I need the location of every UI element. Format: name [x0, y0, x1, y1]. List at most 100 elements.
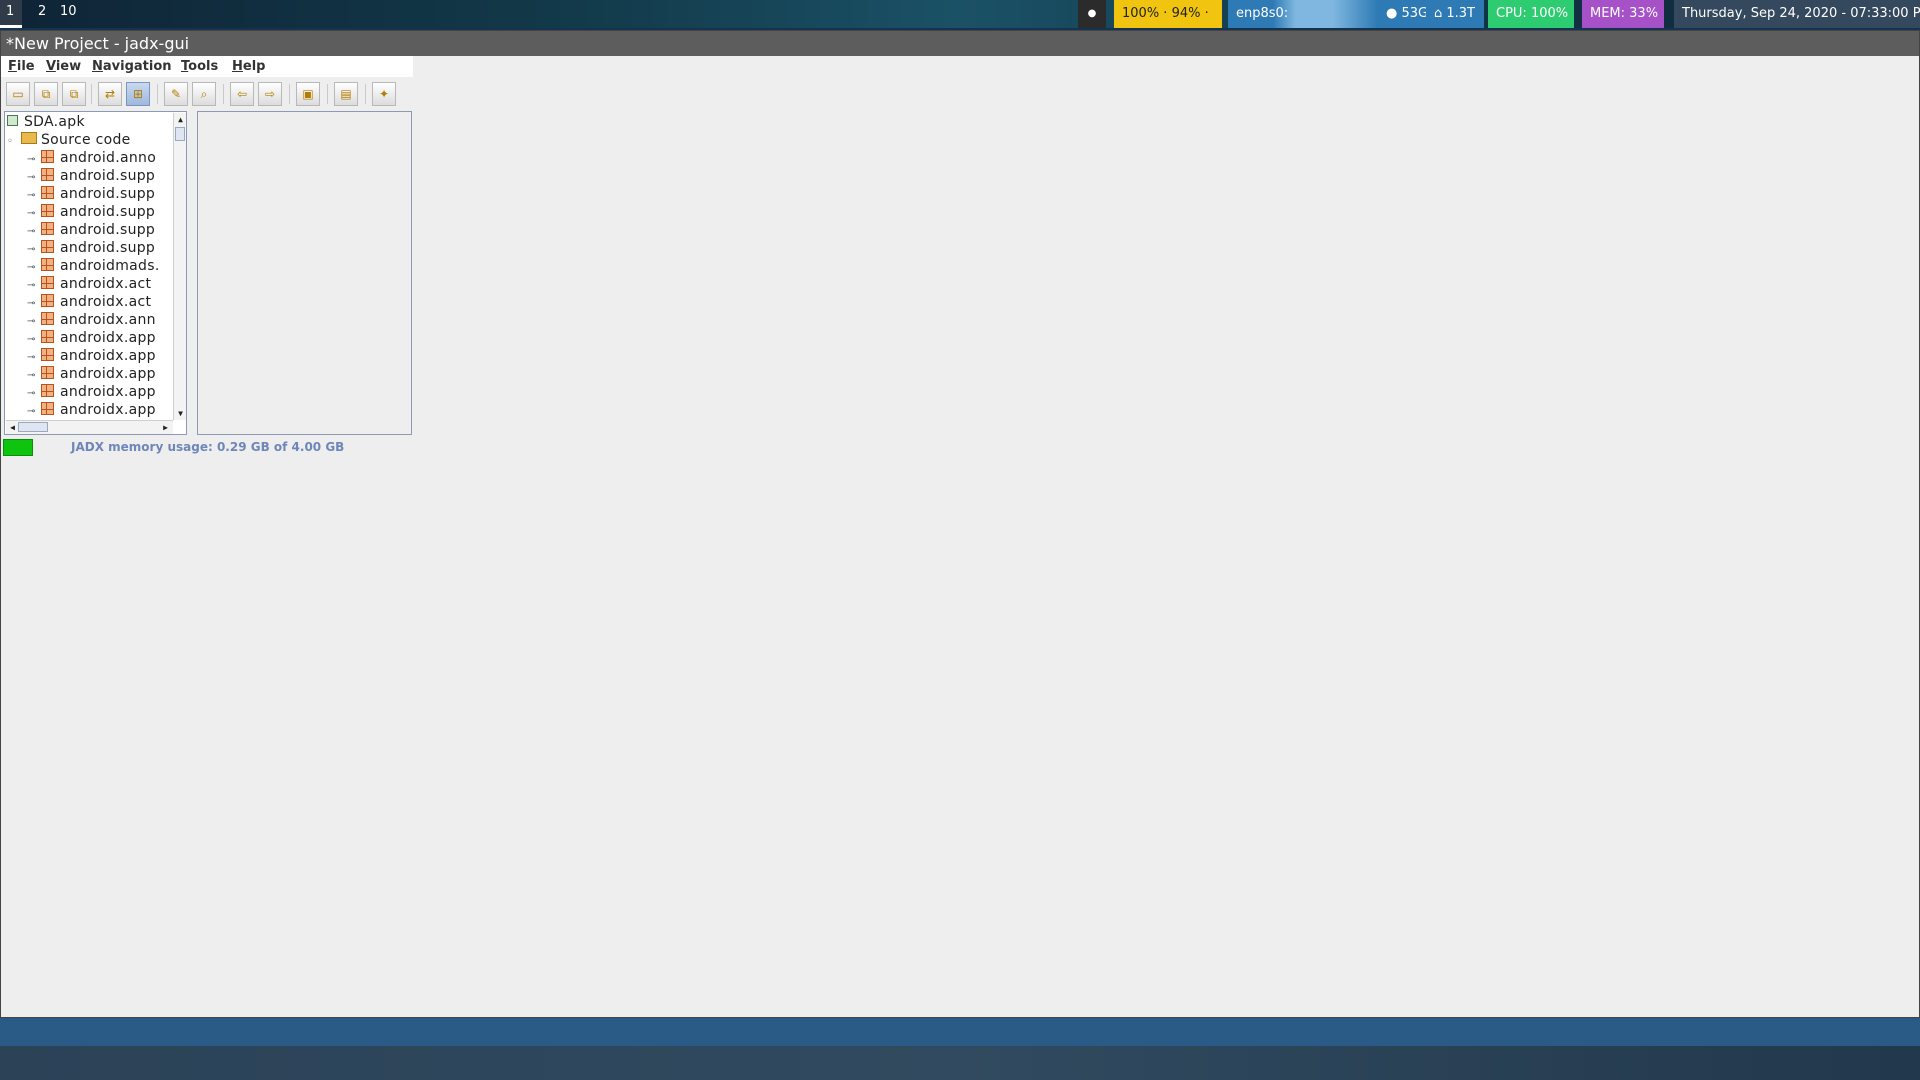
- desktop-wallpaper: [0, 1046, 1920, 1080]
- toolbar-separator: [157, 84, 158, 104]
- back-icon[interactable]: ⇦: [230, 82, 254, 106]
- scroll-right-icon[interactable]: ▶: [159, 421, 172, 434]
- package-icon: [41, 186, 54, 199]
- split-divider[interactable]: [189, 111, 197, 435]
- menu-navigation-label: avigation: [102, 59, 172, 74]
- package-name: androidx.app: [60, 348, 156, 364]
- scroll-thumb[interactable]: [18, 422, 48, 432]
- folder-icon: [21, 132, 37, 144]
- preferences-icon[interactable]: ✦: [372, 82, 396, 106]
- package-name: android.anno: [60, 150, 157, 166]
- package-icon: [41, 294, 54, 307]
- package-icon: [41, 258, 54, 271]
- volume-indicator[interactable]: 100% · 94% ·: [1114, 0, 1222, 28]
- package-icon: [41, 402, 54, 415]
- log-viewer-icon[interactable]: ▤: [334, 82, 358, 106]
- menu-view[interactable]: View: [46, 59, 81, 74]
- menu-help[interactable]: Help: [232, 59, 265, 74]
- expand-toggle-icon[interactable]: ◦: [7, 133, 17, 151]
- package-name: androidx.app: [60, 384, 156, 400]
- package-name: android.supp: [60, 240, 156, 256]
- search-text-icon[interactable]: ✎: [164, 82, 188, 106]
- package-icon: [41, 240, 54, 253]
- workspace-1-button[interactable]: 1: [0, 0, 22, 28]
- memory-indicator: MEM: 33%: [1582, 0, 1664, 28]
- menu-tools-label: ools: [188, 59, 219, 74]
- toolbar-separator: [365, 84, 366, 104]
- workspace-10-button[interactable]: 10: [54, 0, 88, 28]
- package-icon: [41, 330, 54, 343]
- toolbar-separator: [289, 84, 290, 104]
- datetime-display[interactable]: Thursday, Sep 24, 2020 - 07:33:00 PM: [1674, 0, 1920, 28]
- scroll-down-icon[interactable]: ▼: [174, 407, 186, 420]
- package-node[interactable]: ⊸ android.supp: [27, 185, 155, 203]
- bottom-panel: [0, 1018, 1920, 1046]
- expand-toggle-icon[interactable]: ⊸: [27, 403, 37, 421]
- open-folder-icon[interactable]: ▭: [6, 82, 30, 106]
- package-node[interactable]: ⊸ androidmads.: [27, 257, 160, 275]
- memory-usage-indicator: [3, 439, 33, 456]
- package-node[interactable]: ⊸ android.supp: [27, 203, 155, 221]
- jadx-window: *New Project - jadx-gui File View Naviga…: [0, 30, 1920, 1018]
- package-node[interactable]: ⊸ android.supp: [27, 167, 155, 185]
- package-name: android.supp: [60, 168, 156, 184]
- package-node[interactable]: ⊸ androidx.act: [27, 275, 151, 293]
- package-node[interactable]: ⊸ android.anno: [27, 149, 156, 167]
- package-name: androidx.act: [60, 294, 152, 310]
- package-node[interactable]: ⊸ androidx.app: [27, 365, 156, 383]
- deobfuscation-icon[interactable]: ▣: [296, 82, 320, 106]
- package-name: androidx.app: [60, 366, 156, 382]
- menu-file-label: ile: [16, 59, 35, 74]
- package-name: androidmads.: [60, 258, 160, 274]
- menu-file-mnemonic: F: [8, 59, 17, 74]
- menu-bar: File View Navigation Tools Help: [1, 56, 413, 77]
- cpu-indicator: CPU: 100%: [1488, 0, 1574, 28]
- menu-file[interactable]: File: [8, 59, 35, 74]
- package-node[interactable]: ⊸ androidx.ann: [27, 311, 156, 329]
- sync-tree-icon[interactable]: ⇄: [98, 82, 122, 106]
- package-node[interactable]: ⊸ androidx.app: [27, 347, 156, 365]
- export-icon[interactable]: ⧉: [62, 82, 86, 106]
- package-icon: [41, 222, 54, 235]
- package-name: android.supp: [60, 222, 156, 238]
- find-icon[interactable]: ⌕: [192, 82, 216, 106]
- scroll-thumb[interactable]: [175, 127, 185, 141]
- tree-root[interactable]: SDA.apk: [7, 113, 85, 131]
- package-icon: [41, 168, 54, 181]
- package-node[interactable]: ⊸ android.supp: [27, 239, 155, 257]
- package-name: androidx.act: [60, 276, 152, 292]
- project-tree[interactable]: SDA.apk ◦ Source code ⊸ android.anno ⊸ andr…: [4, 111, 187, 435]
- package-node[interactable]: ⊸ androidx.act: [27, 293, 151, 311]
- code-view-panel[interactable]: [197, 111, 412, 435]
- memory-usage-label: JADX memory usage: 0.29 GB of 4.00 GB: [71, 440, 345, 454]
- package-node[interactable]: ⊸ androidx.app: [27, 383, 156, 401]
- tree-source-code[interactable]: ◦ Source code: [7, 131, 131, 149]
- toolbar-separator: [223, 84, 224, 104]
- flatten-packages-icon[interactable]: ⊞: [126, 82, 150, 106]
- menu-tools[interactable]: Tools: [181, 59, 218, 74]
- package-node[interactable]: ⊸ androidx.app: [27, 329, 156, 347]
- package-name: androidx.app: [60, 402, 156, 418]
- package-icon: [41, 312, 54, 325]
- package-name: androidx.ann: [60, 312, 156, 328]
- window-title[interactable]: *New Project - jadx-gui: [1, 31, 1919, 56]
- tree-vertical-scrollbar[interactable]: ▲ ▼: [173, 113, 186, 420]
- tree-root-label: SDA.apk: [24, 114, 85, 130]
- package-name: androidx.app: [60, 330, 156, 346]
- menu-help-label: elp: [242, 59, 266, 74]
- toolbar-separator: [327, 84, 328, 104]
- scroll-up-icon[interactable]: ▲: [174, 113, 186, 126]
- home-disk-indicator: ⌂ 1.3T: [1426, 0, 1484, 28]
- package-icon: [41, 384, 54, 397]
- eye-icon[interactable]: ●: [1078, 0, 1106, 28]
- menu-navigation[interactable]: Navigation: [92, 59, 172, 74]
- package-node[interactable]: ⊸ android.supp: [27, 221, 155, 239]
- status-bar: JADX memory usage: 0.29 GB of 4.00 GB: [3, 437, 413, 457]
- network-indicator[interactable]: enp8s0:: [1228, 0, 1378, 28]
- tree-horizontal-scrollbar[interactable]: ◀ ▶: [6, 420, 173, 434]
- save-all-icon[interactable]: ⧉: [34, 82, 58, 106]
- package-icon: [41, 204, 54, 217]
- forward-icon[interactable]: ⇨: [258, 82, 282, 106]
- package-name: android.supp: [60, 186, 156, 202]
- package-node[interactable]: ⊸ androidx.app: [27, 401, 156, 419]
